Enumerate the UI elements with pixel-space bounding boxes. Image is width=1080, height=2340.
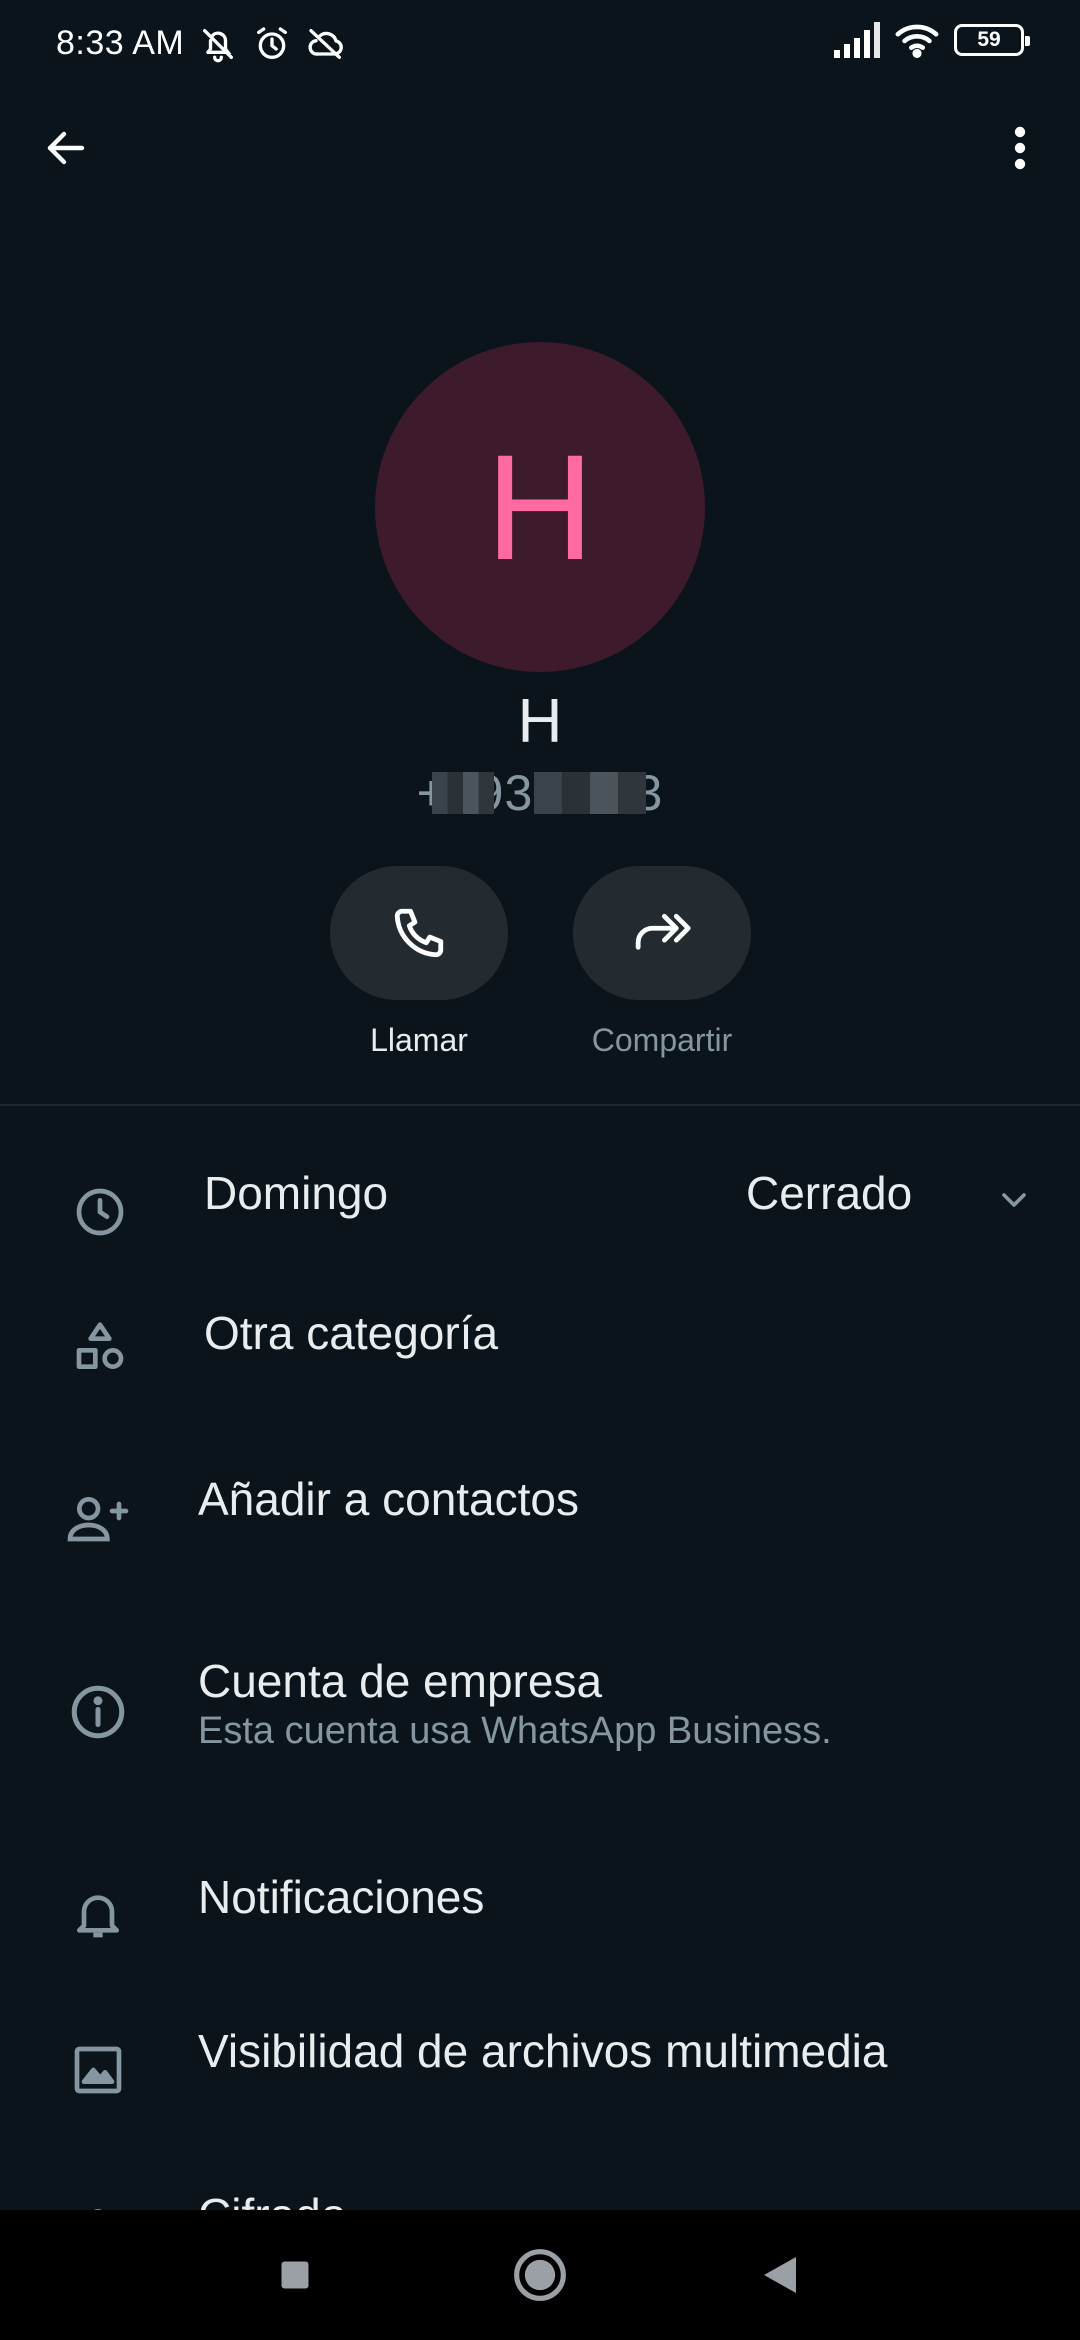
redacted-block [534, 772, 646, 814]
category-icon [64, 1312, 136, 1384]
add-contact-row[interactable]: Añadir a contactos [0, 1460, 1080, 1580]
square-icon [281, 2261, 309, 2289]
share-label: Compartir [591, 1022, 733, 1058]
hours-status: Cerrado [746, 1167, 913, 1219]
encryption-label: Cifrado [198, 2188, 346, 2210]
notifications-row[interactable]: Notificaciones [0, 1856, 1080, 1976]
add-person-icon [62, 1482, 134, 1554]
category-label: Otra categoría [204, 1307, 499, 1359]
status-bar: 8:33 AM 59 [0, 0, 1080, 96]
avatar-letter: H [485, 422, 595, 591]
bell-off-icon [203, 29, 233, 63]
phone-icon [394, 908, 444, 958]
call-label: Llamar [370, 1022, 468, 1058]
alarm-icon [257, 27, 287, 60]
share-button[interactable] [573, 866, 751, 1000]
more-vert-icon [1014, 126, 1026, 170]
system-nav-bar [0, 2210, 1080, 2340]
image-icon [62, 2034, 134, 2106]
clock-icon [64, 1176, 136, 1248]
bell-icon [62, 1878, 134, 1950]
add-contact-label: Añadir a contactos [198, 1473, 580, 1525]
notifications-label: Notificaciones [198, 1871, 485, 1923]
encryption-row[interactable]: Cifrado [0, 2170, 1080, 2210]
business-account-subtitle: Esta cuenta usa WhatsApp Business. [198, 1710, 832, 1752]
hours-day: Domingo [204, 1167, 389, 1219]
contact-name: H [517, 687, 563, 756]
status-icons-right: 59 [832, 22, 1030, 58]
status-icons-left [198, 24, 346, 64]
category-row: Otra categoría [0, 1300, 1080, 1410]
battery-icon: 59 [954, 24, 1030, 56]
business-hours-row[interactable]: Domingo Cerrado [0, 1160, 1080, 1270]
redacted-block [432, 772, 494, 814]
media-visibility-label: Visibilidad de archivos multimedia [198, 2025, 888, 2077]
chevron-down-icon[interactable] [994, 1180, 1034, 1225]
status-time: 8:33 AM [56, 24, 185, 62]
info-icon [62, 1676, 134, 1748]
divider [0, 1104, 1080, 1106]
home-button[interactable] [505, 2240, 575, 2310]
business-account-title: Cuenta de empresa [198, 1655, 603, 1707]
triangle-back-icon [764, 2257, 796, 2293]
call-button[interactable] [330, 866, 508, 1000]
more-options-button[interactable] [1000, 118, 1040, 178]
arrow-left-icon [47, 131, 85, 165]
battery-level: 59 [977, 28, 1001, 51]
back-button[interactable] [36, 118, 96, 178]
signal-icon [834, 22, 880, 58]
media-visibility-row[interactable]: Visibilidad de archivos multimedia [0, 2010, 1080, 2130]
lock-icon [62, 2194, 134, 2210]
recents-button[interactable] [260, 2240, 330, 2310]
business-account-row[interactable]: Cuenta de empresa Esta cuenta usa WhatsA… [0, 1640, 1080, 1780]
share-icon [635, 913, 691, 950]
avatar[interactable]: H [375, 342, 705, 672]
cloud-off-icon [308, 29, 343, 59]
back-nav-button[interactable] [745, 2240, 815, 2310]
wifi-icon [895, 24, 939, 58]
circle-icon [514, 2249, 566, 2301]
contact-info-screen: 8:33 AM 59 H H +593 2403 Llamar Comparti… [0, 0, 1080, 2340]
